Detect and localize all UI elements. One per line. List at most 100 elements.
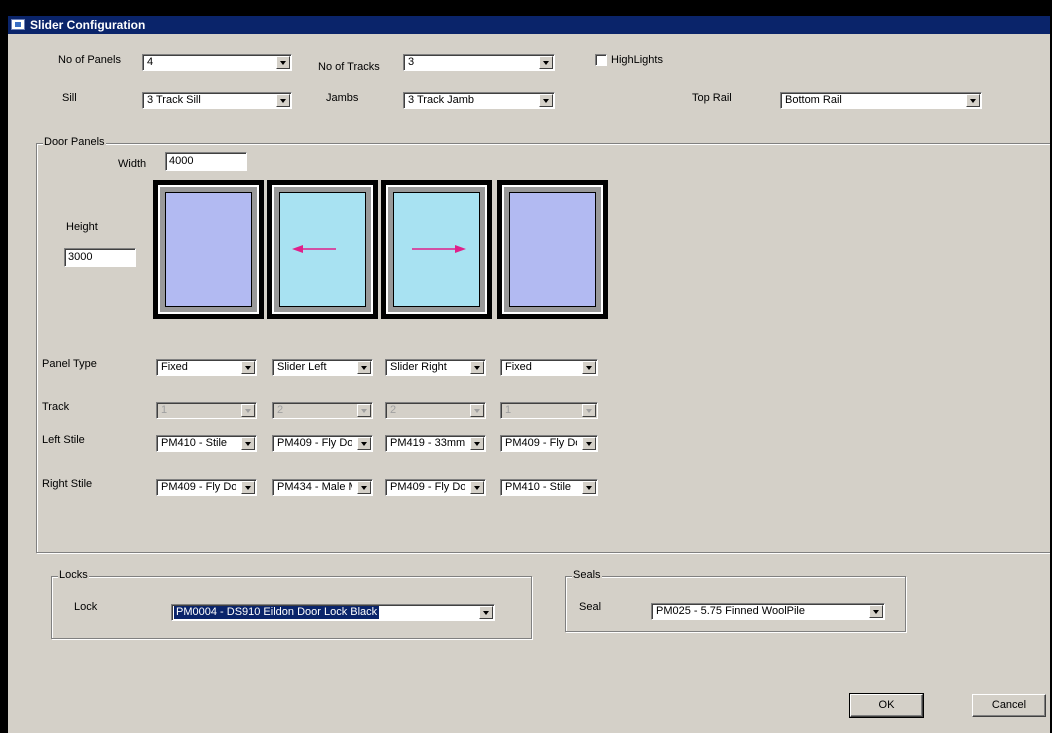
panel-glass: [509, 192, 596, 307]
chevron-down-icon[interactable]: [869, 605, 883, 618]
chevron-down-icon[interactable]: [276, 94, 290, 107]
door-panel-4[interactable]: [497, 180, 608, 319]
door-panel-2[interactable]: [267, 180, 378, 319]
chevron-down-icon[interactable]: [357, 437, 371, 450]
lock-label: Lock: [74, 601, 98, 613]
panel-type-label: Panel Type: [42, 358, 97, 370]
right-stile-label: Right Stile: [42, 478, 93, 490]
height-label: Height: [66, 221, 98, 233]
right-stile-select-4[interactable]: PM410 - Stile: [500, 479, 598, 496]
chevron-down-icon[interactable]: [539, 94, 553, 107]
chevron-down-icon[interactable]: [582, 481, 596, 494]
track-select-2: 2: [272, 402, 373, 419]
track-value: 2: [277, 404, 284, 416]
door-panels-group-title: Door Panels: [43, 136, 106, 148]
top-rail-value: Bottom Rail: [785, 94, 842, 106]
chevron-down-icon[interactable]: [241, 437, 255, 450]
cancel-button[interactable]: Cancel: [972, 694, 1046, 717]
slider-configuration-window: Slider Configuration No of Panels 4 No o…: [8, 16, 1052, 733]
panel-type-value: Slider Right: [390, 361, 447, 373]
arrow-right-icon: [412, 245, 466, 253]
chevron-down-icon[interactable]: [470, 437, 484, 450]
seal-label: Seal: [579, 601, 602, 613]
left-stile-value: PM409 - Fly Do: [277, 437, 352, 449]
chevron-down-icon[interactable]: [276, 56, 290, 69]
highlights-label: HighLights: [611, 54, 663, 66]
title-bar[interactable]: Slider Configuration: [8, 16, 1052, 34]
right-stile-select-2[interactable]: PM434 - Male M: [272, 479, 373, 496]
width-input[interactable]: 4000: [165, 152, 247, 171]
right-stile-select-3[interactable]: PM409 - Fly Do: [385, 479, 486, 496]
sill-select[interactable]: 3 Track Sill: [142, 92, 292, 109]
chevron-down-icon[interactable]: [470, 361, 484, 374]
chevron-down-icon: [241, 404, 255, 417]
chevron-down-icon[interactable]: [241, 361, 255, 374]
track-select-4: 1: [500, 402, 598, 419]
top-rail-label: Top Rail: [692, 92, 732, 104]
chevron-down-icon[interactable]: [241, 481, 255, 494]
no-of-tracks-select[interactable]: 3: [403, 54, 555, 71]
left-stile-select-3[interactable]: PM419 - 33mm: [385, 435, 486, 452]
left-stile-value: PM410 - Stile: [161, 437, 228, 449]
panel-type-value: Fixed: [161, 361, 188, 373]
right-stile-value: PM409 - Fly Do: [390, 481, 465, 493]
panel-type-select-2[interactable]: Slider Left: [272, 359, 373, 376]
left-stile-value: PM419 - 33mm: [390, 437, 465, 449]
lock-value: PM0004 - DS910 Eildon Door Lock Black: [174, 606, 380, 619]
door-panel-1[interactable]: [153, 180, 264, 319]
locks-group-title: Locks: [58, 569, 89, 581]
chevron-down-icon[interactable]: [582, 361, 596, 374]
chevron-down-icon[interactable]: [357, 361, 371, 374]
seal-value: PM025 - 5.75 Finned WoolPile: [656, 605, 805, 617]
panel-glass: [165, 192, 252, 307]
left-stile-select-2[interactable]: PM409 - Fly Do: [272, 435, 373, 452]
panel-type-select-1[interactable]: Fixed: [156, 359, 257, 376]
highlights-checkbox[interactable]: [595, 54, 607, 66]
right-stile-value: PM434 - Male M: [277, 481, 352, 493]
jambs-label: Jambs: [326, 92, 359, 104]
panel-type-select-3[interactable]: Slider Right: [385, 359, 486, 376]
chevron-down-icon: [470, 404, 484, 417]
left-stile-select-1[interactable]: PM410 - Stile: [156, 435, 257, 452]
sill-value: 3 Track Sill: [147, 94, 201, 106]
ok-button[interactable]: OK: [849, 693, 924, 718]
door-panel-3[interactable]: [381, 180, 492, 319]
jambs-value: 3 Track Jamb: [408, 94, 475, 106]
panel-type-select-4[interactable]: Fixed: [500, 359, 598, 376]
chevron-down-icon[interactable]: [470, 481, 484, 494]
left-stile-label: Left Stile: [42, 434, 85, 446]
track-select-1: 1: [156, 402, 257, 419]
right-stile-select-1[interactable]: PM409 - Fly Do: [156, 479, 257, 496]
track-select-3: 2: [385, 402, 486, 419]
width-label: Width: [118, 158, 147, 170]
chevron-down-icon[interactable]: [479, 606, 493, 619]
no-of-tracks-value: 3: [408, 56, 415, 68]
track-label: Track: [42, 401, 70, 413]
sill-label: Sill: [62, 92, 77, 104]
no-of-tracks-label: No of Tracks: [318, 61, 380, 73]
lock-select[interactable]: PM0004 - DS910 Eildon Door Lock Black: [171, 604, 495, 621]
chevron-down-icon: [357, 404, 371, 417]
panel-type-value: Slider Left: [277, 361, 327, 373]
no-of-panels-label: No of Panels: [58, 54, 121, 66]
track-value: 1: [505, 404, 512, 416]
chevron-down-icon: [582, 404, 596, 417]
height-input[interactable]: 3000: [64, 248, 136, 267]
arrow-left-icon: [292, 245, 336, 253]
top-rail-select[interactable]: Bottom Rail: [780, 92, 982, 109]
no-of-panels-select[interactable]: 4: [142, 54, 292, 71]
chevron-down-icon[interactable]: [582, 437, 596, 450]
right-stile-value: PM409 - Fly Do: [161, 481, 236, 493]
panel-type-value: Fixed: [505, 361, 532, 373]
seal-select[interactable]: PM025 - 5.75 Finned WoolPile: [651, 603, 885, 620]
track-value: 2: [390, 404, 397, 416]
left-stile-value: PM409 - Fly Do: [505, 437, 577, 449]
right-stile-value: PM410 - Stile: [505, 481, 572, 493]
left-stile-select-4[interactable]: PM409 - Fly Do: [500, 435, 598, 452]
chevron-down-icon[interactable]: [966, 94, 980, 107]
jambs-select[interactable]: 3 Track Jamb: [403, 92, 555, 109]
chevron-down-icon[interactable]: [539, 56, 553, 69]
app-icon: [11, 19, 25, 30]
chevron-down-icon[interactable]: [357, 481, 371, 494]
track-value: 1: [161, 404, 168, 416]
